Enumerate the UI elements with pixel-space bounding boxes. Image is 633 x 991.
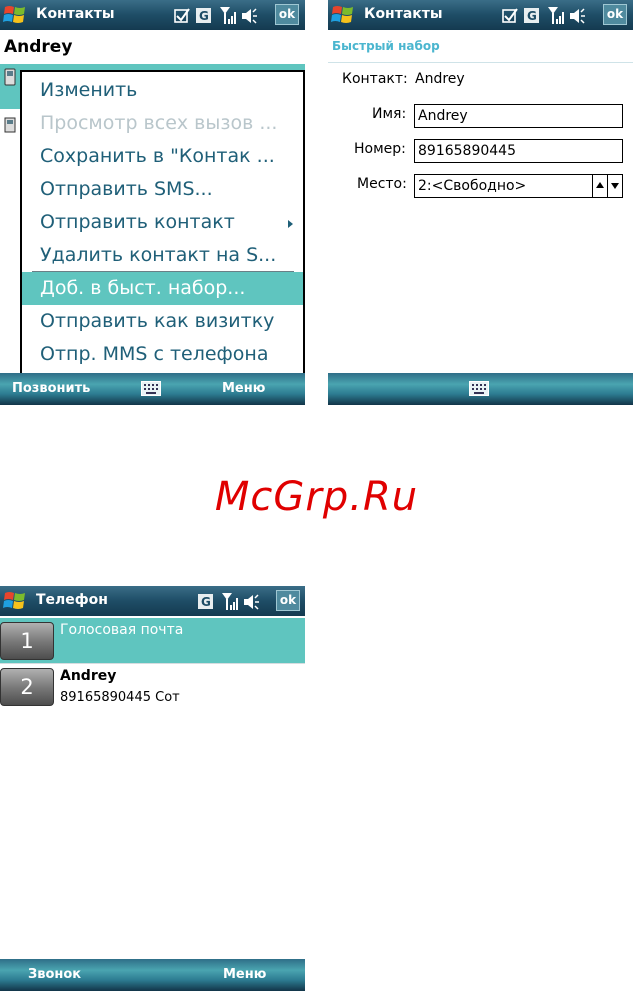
gprs-g-icon[interactable]: G [197,592,215,612]
watermark-text: McGrp.Ru [214,474,419,520]
menu-item-view-all-calls: Просмотр всех вызов ... [40,112,278,134]
svg-text:G: G [527,9,537,23]
volume-icon[interactable] [240,6,258,26]
speed-dial-name: Andrey [60,668,117,684]
menu-item-save-to-contacts[interactable]: Сохранить в "Контак ... [22,140,303,173]
menu-item-send-contact[interactable]: Отправить контакт [22,206,303,239]
place-spinner[interactable]: 2:<Свободно> [414,174,623,198]
menu-item-send-mms[interactable]: Отпр. MMS с телефона [22,338,303,371]
windows-start-icon[interactable] [331,4,355,26]
app-title: Телефон [36,592,108,608]
menu-item-delete-contact[interactable]: Удалить контакт на S... [22,239,303,272]
windows-start-icon[interactable] [3,590,27,612]
speed-dial-phone: 89165890445 Сот [60,690,180,705]
signal-strength-icon[interactable] [221,591,239,611]
number-field[interactable]: 89165890445 [414,139,623,163]
title-bar: Контакты G ok [328,0,633,30]
contact-name: Andrey [4,37,73,57]
ok-button[interactable]: ok [603,4,627,25]
soft-key-bar [328,373,633,405]
svg-text:G: G [201,595,211,609]
speed-dial-number: 2 [0,668,54,706]
signal-strength-icon[interactable] [547,5,565,25]
softkey-menu[interactable]: Меню [223,967,266,982]
softkey-menu[interactable]: Меню [222,381,265,396]
work-phone-icon [4,117,16,133]
speed-dial-name: Голосовая почта [60,622,184,638]
soft-key-bar: Звонок Меню [0,959,305,991]
checkbox-notification-icon[interactable] [173,6,191,26]
volume-icon[interactable] [568,6,586,26]
speed-dial-item-1[interactable]: 1 Голосовая почта [0,618,305,663]
contacts-menu-screen: Контакты G ok Andrey Изменить Просмотр в… [0,0,305,405]
number-label: Номер: [354,141,406,157]
title-bar: Контакты G ok [0,0,305,30]
name-field[interactable]: Andrey [414,104,623,128]
volume-icon[interactable] [242,592,260,612]
softkey-call[interactable]: Звонок [28,967,81,982]
keyboard-icon[interactable] [141,381,161,396]
mobile-phone-icon [4,68,16,86]
gprs-g-icon[interactable]: G [523,6,541,26]
windows-start-icon[interactable] [3,4,27,26]
menu-item-send-sms[interactable]: Отправить SMS... [22,173,303,206]
keyboard-icon[interactable] [469,381,489,396]
soft-key-bar: Позвонить Меню [0,373,305,405]
menu-item-send-vcard[interactable]: Отправить как визитку [22,305,303,338]
phone-speed-dial-screen: Телефон G ok 1 Голосовая почта 2 Andrey … [0,586,305,991]
svg-text:G: G [199,9,209,23]
ok-button[interactable]: ok [276,590,300,611]
form-header: Быстрый набор [328,30,633,63]
name-label: Имя: [372,106,407,122]
softkey-call[interactable]: Позвонить [12,381,90,396]
spin-down-icon[interactable] [607,175,622,197]
context-menu: Изменить Просмотр всех вызов ... Сохрани… [20,70,305,375]
ok-button[interactable]: ok [275,4,299,25]
app-title: Контакты [36,6,115,22]
contact-value: Andrey [415,71,465,87]
checkbox-notification-icon[interactable] [501,6,519,26]
menu-item-edit[interactable]: Изменить [22,74,303,107]
gprs-g-icon[interactable]: G [195,6,213,26]
app-title: Контакты [364,6,443,22]
signal-strength-icon[interactable] [219,5,237,25]
speed-dial-number: 1 [0,622,54,660]
submenu-arrow-icon [288,220,293,228]
contact-label: Контакт: [342,71,408,87]
title-bar: Телефон G ok [0,586,305,616]
spin-up-icon[interactable] [592,175,607,197]
form-title: Быстрый набор [332,39,440,53]
speed-dial-screen: Контакты G ok Быстрый набор Контакт: And… [328,0,633,405]
speed-dial-item-2[interactable]: 2 Andrey 89165890445 Сот [0,663,305,708]
place-label: Место: [357,176,407,192]
menu-item-add-speed-dial[interactable]: Доб. в быст. набор... [22,272,303,305]
